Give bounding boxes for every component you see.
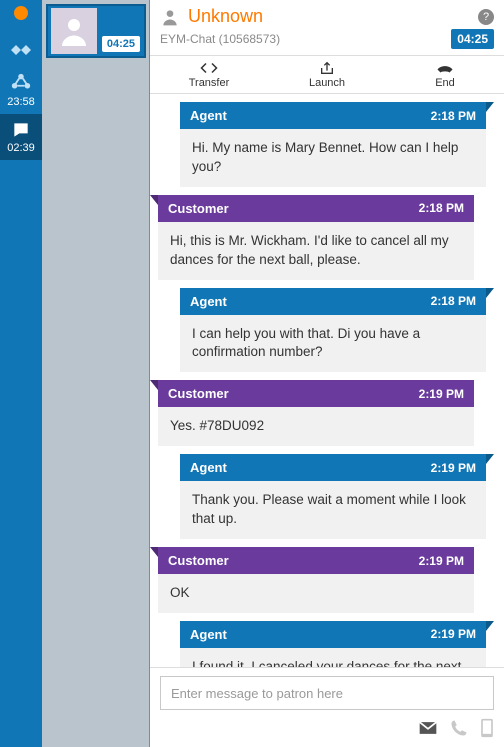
main-panel: Unknown ? EYM-Chat (10568573) 04:25 Tran… [150,0,504,747]
message-time: 2:18 PM [431,294,476,308]
mobile-icon[interactable] [480,718,494,741]
message-body: Hi. My name is Mary Bennet. How can I he… [180,129,486,187]
message-customer: Customer 2:18 PM Hi, this is Mr. Wickham. … [158,195,474,280]
message-role-label: Customer [168,201,229,216]
chat-subheader: EYM-Chat (10568573) 04:25 [150,29,504,55]
composer [150,667,504,747]
message-body: Thank you. Please wait a moment while I … [180,481,486,539]
phone-icon[interactable] [450,719,468,740]
message-role-label: Agent [190,460,227,475]
contact-name: Unknown [188,6,263,27]
message-body: OK [158,574,474,613]
message-body: Hi, this is Mr. Wickham. I'd like to can… [158,222,474,280]
chat-icon [10,120,32,140]
message-input[interactable] [160,676,494,710]
message-customer: Customer 2:19 PM Yes. #78DU092 [158,380,474,446]
session-timer: 04:25 [102,36,140,52]
message-agent: Agent 2:19 PM I found it. I canceled your … [180,621,486,667]
end-button[interactable]: End [386,56,504,93]
transfer-button[interactable]: Transfer [150,56,268,93]
message-role-label: Agent [190,627,227,642]
help-icon[interactable]: ? [478,9,494,25]
handshake-icon [9,40,33,60]
avatar [51,8,97,54]
channel-label: EYM-Chat (10568573) [160,32,280,46]
message-body: Yes. #78DU092 [158,407,474,446]
session-strip: 04:25 [42,0,150,747]
message-time: 2:18 PM [419,201,464,215]
message-role-label: Agent [190,294,227,309]
email-icon[interactable] [418,720,438,739]
launch-icon [319,61,335,75]
message-role-label: Customer [168,386,229,401]
left-rail: 23:58 02:39 [0,0,42,747]
status-dot-icon [14,6,28,20]
conversation-scroll[interactable]: Agent 2:18 PM Hi. My name is Mary Bennet. … [150,94,504,667]
message-time: 2:19 PM [431,627,476,641]
transfer-icon [200,61,218,75]
rail-links[interactable]: 23:58 [0,66,42,114]
session-card[interactable]: 04:25 [46,4,146,58]
elapsed-badge: 04:25 [451,29,494,49]
person-icon [160,7,180,27]
message-role-label: Agent [190,108,227,123]
rail-chat[interactable]: 02:39 [0,114,42,160]
message-agent: Agent 2:18 PM Hi. My name is Mary Bennet. … [180,102,486,187]
message-agent: Agent 2:19 PM Thank you. Please wait a mom… [180,454,486,539]
message-time: 2:19 PM [431,461,476,475]
launch-button[interactable]: Launch [268,56,386,93]
message-time: 2:18 PM [431,109,476,123]
message-customer: Customer 2:19 PM OK [158,547,474,613]
message-time: 2:19 PM [419,387,464,401]
rail-links-time: 23:58 [7,96,35,108]
rail-chat-time: 02:39 [7,142,35,154]
action-toolbar: Transfer Launch End [150,55,504,94]
links-icon [10,72,32,94]
rail-handshake[interactable] [0,34,42,66]
chat-header: Unknown ? [150,0,504,29]
message-agent: Agent 2:18 PM I can help you with that. Di… [180,288,486,373]
message-body: I found it. I canceled your dances for t… [180,648,486,667]
end-icon [436,61,454,75]
message-body: I can help you with that. Di you have a … [180,315,486,373]
message-time: 2:19 PM [419,554,464,568]
message-role-label: Customer [168,553,229,568]
